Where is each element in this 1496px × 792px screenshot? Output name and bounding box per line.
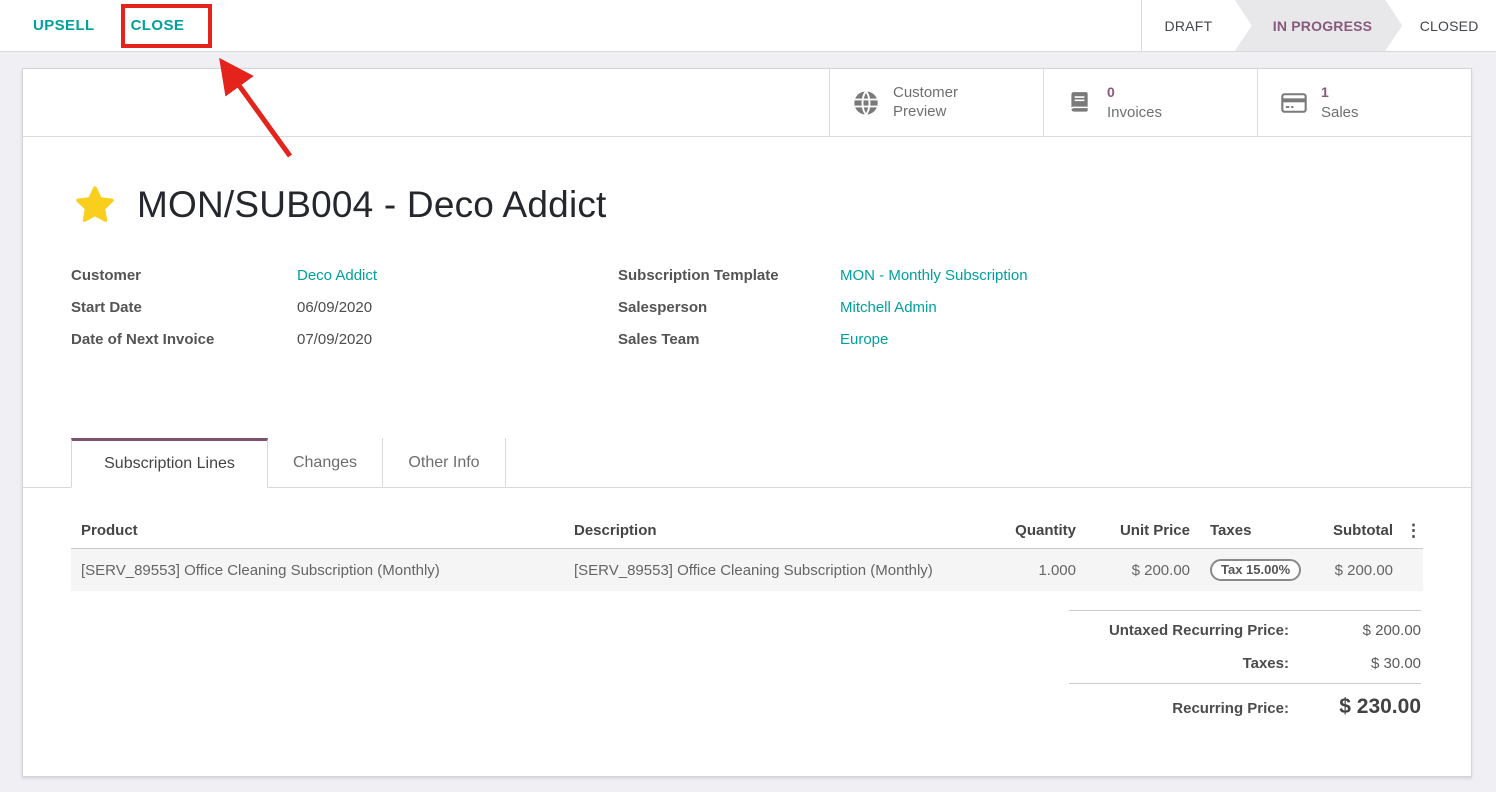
recurring-price-label: Recurring Price: [1069, 700, 1289, 717]
smart-button-label-line1: Customer [893, 84, 958, 101]
taxes-total-row: Taxes: $ 30.00 [1069, 647, 1421, 680]
field-label-salesperson: Salesperson [618, 299, 840, 316]
field-label-date-of-next-invoice: Date of Next Invoice [71, 331, 297, 348]
field-value-sales-team[interactable]: Europe [840, 331, 1471, 348]
status-bar: DRAFT IN PROGRESS CLOSED [1141, 0, 1496, 51]
subscription-lines-table: Product Description Quantity Unit Price … [71, 514, 1423, 591]
cell-description[interactable]: [SERV_89553] Office Cleaning Subscriptio… [564, 549, 1001, 592]
field-label-customer: Customer [71, 267, 297, 284]
table-header-row: Product Description Quantity Unit Price … [71, 514, 1423, 549]
book-icon [1066, 89, 1094, 117]
sales-count: 1 [1321, 84, 1329, 100]
tab-other-info[interactable]: Other Info [383, 438, 506, 487]
smart-button-label-line2: Preview [893, 103, 946, 120]
tab-changes[interactable]: Changes [268, 438, 383, 487]
untaxed-total-value: $ 200.00 [1289, 622, 1421, 639]
field-label-sales-team: Sales Team [618, 331, 840, 348]
smart-button-box: Customer Preview 0 Invoices [23, 69, 1471, 137]
status-draft[interactable]: DRAFT [1142, 0, 1235, 51]
taxes-total-label: Taxes: [1069, 655, 1289, 672]
cell-unit-price[interactable]: $ 200.00 [1086, 549, 1200, 592]
column-header-subtotal: Subtotal [1321, 514, 1403, 549]
tab-bar: Subscription Lines Changes Other Info [23, 438, 1471, 488]
column-header-quantity: Quantity [1001, 514, 1086, 549]
field-value-date-of-next-invoice[interactable]: 07/09/2020 [297, 331, 618, 348]
customer-preview-button[interactable]: Customer Preview [829, 69, 1043, 136]
cell-quantity[interactable]: 1.000 [1001, 549, 1086, 592]
action-buttons: UPSELL CLOSE [0, 0, 1141, 51]
column-header-unit-price: Unit Price [1086, 514, 1200, 549]
cell-product[interactable]: [SERV_89553] Office Cleaning Subscriptio… [71, 549, 564, 592]
upsell-button[interactable]: UPSELL [33, 17, 95, 34]
title-row: MON/SUB004 - Deco Addict [73, 183, 1471, 227]
invoices-count: 0 [1107, 84, 1115, 100]
field-label-start-date: Start Date [71, 299, 297, 316]
status-in-progress[interactable]: IN PROGRESS [1235, 0, 1403, 51]
field-value-customer[interactable]: Deco Addict [297, 267, 618, 284]
record-title: MON/SUB004 - Deco Addict [137, 184, 607, 226]
tab-subscription-lines[interactable]: Subscription Lines [71, 438, 268, 488]
globe-icon [852, 89, 880, 117]
tax-badge[interactable]: Tax 15.00% [1210, 559, 1301, 581]
sales-label: Sales [1321, 104, 1359, 121]
favorite-star-icon[interactable] [73, 183, 117, 227]
cell-subtotal: $ 200.00 [1321, 549, 1403, 592]
field-value-salesperson[interactable]: Mitchell Admin [840, 299, 1471, 316]
totals-block: Untaxed Recurring Price: $ 200.00 Taxes:… [1069, 610, 1421, 727]
column-header-description: Description [564, 514, 1001, 549]
table-row[interactable]: [SERV_89553] Office Cleaning Subscriptio… [71, 549, 1423, 592]
field-value-start-date[interactable]: 06/09/2020 [297, 299, 618, 316]
untaxed-total-row: Untaxed Recurring Price: $ 200.00 [1069, 610, 1421, 647]
kebab-icon[interactable]: ⋮ [1405, 521, 1422, 540]
field-label-subscription-template: Subscription Template [618, 267, 840, 284]
field-group: Customer Deco Addict Subscription Templa… [71, 267, 1471, 348]
top-bar: UPSELL CLOSE DRAFT IN PROGRESS CLOSED [0, 0, 1496, 52]
status-closed[interactable]: CLOSED [1402, 0, 1496, 51]
recurring-price-value: $ 230.00 [1289, 695, 1421, 719]
notebook: Subscription Lines Changes Other Info Pr… [23, 438, 1471, 727]
untaxed-total-label: Untaxed Recurring Price: [1069, 622, 1289, 639]
close-button[interactable]: CLOSE [131, 17, 185, 34]
form-sheet: Customer Preview 0 Invoices [22, 68, 1472, 777]
invoices-button[interactable]: 0 Invoices [1043, 69, 1257, 136]
taxes-total-value: $ 30.00 [1289, 655, 1421, 672]
field-value-subscription-template[interactable]: MON - Monthly Subscription [840, 267, 1471, 284]
recurring-price-row: Recurring Price: $ 230.00 [1069, 684, 1421, 727]
column-header-taxes: Taxes [1200, 514, 1321, 549]
invoices-label: Invoices [1107, 104, 1162, 121]
column-header-product: Product [71, 514, 564, 549]
credit-card-icon [1280, 89, 1308, 117]
sales-button[interactable]: 1 Sales [1257, 69, 1471, 136]
